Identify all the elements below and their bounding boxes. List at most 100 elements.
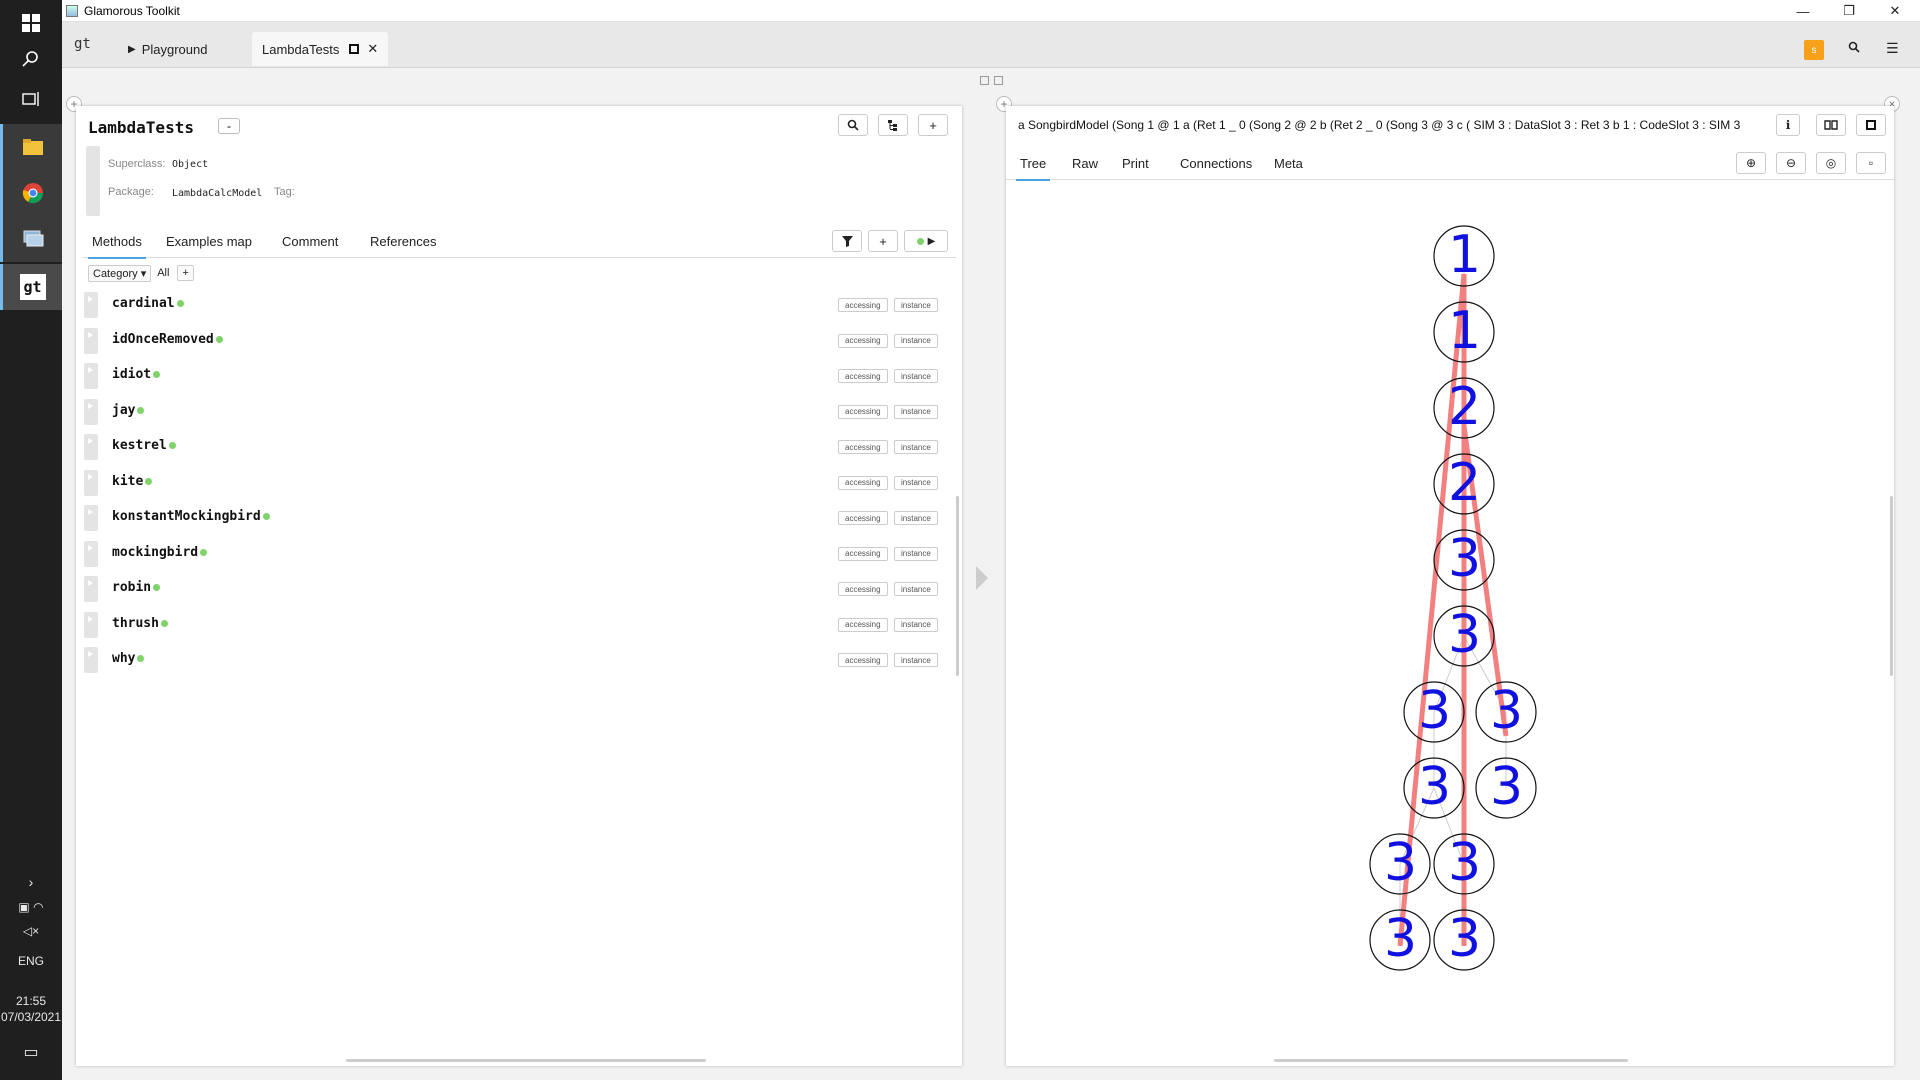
pane-toggle-icon[interactable] bbox=[994, 76, 1003, 85]
expand-method-icon[interactable] bbox=[84, 647, 98, 673]
clock-date[interactable]: 07/03/2021 bbox=[0, 1010, 62, 1024]
definition-gutter[interactable] bbox=[86, 146, 100, 216]
method-row[interactable]: cardinal accessing instance bbox=[84, 292, 950, 318]
method-name[interactable]: robin bbox=[112, 580, 161, 595]
side-tag[interactable]: instance bbox=[894, 404, 938, 419]
chrome-icon[interactable] bbox=[0, 170, 62, 216]
method-name[interactable]: kite bbox=[112, 474, 153, 489]
method-row[interactable]: mockingbird accessing instance bbox=[84, 540, 950, 567]
protocol-tag[interactable]: accessing bbox=[838, 653, 888, 667]
method-name[interactable]: jay bbox=[112, 403, 145, 418]
pane-toggle-icon[interactable] bbox=[980, 76, 989, 85]
protocol-tag[interactable]: accessing bbox=[838, 298, 888, 312]
zoom-reset-icon[interactable]: ▫ bbox=[1856, 152, 1886, 174]
method-row[interactable]: thrush accessing instance bbox=[84, 611, 950, 638]
method-name[interactable]: konstantMockingbird bbox=[112, 509, 270, 524]
book-icon[interactable] bbox=[1816, 114, 1846, 136]
tab-lambdatests[interactable]: LambdaTests ✕ bbox=[252, 32, 389, 66]
volume-icon[interactable]: ◁× bbox=[0, 924, 62, 938]
method-row[interactable]: konstantMockingbird accessing instance bbox=[84, 505, 950, 531]
horizontal-scrollbar[interactable] bbox=[1274, 1059, 1628, 1062]
protocol-tag[interactable]: accessing bbox=[838, 546, 888, 561]
close-window-icon[interactable]: ✕ bbox=[1872, 0, 1918, 22]
method-name[interactable]: cardinal bbox=[112, 296, 184, 311]
tab-examples-map[interactable]: Examples map bbox=[162, 234, 256, 257]
collapse-button[interactable]: - bbox=[218, 118, 240, 134]
expand-method-icon[interactable] bbox=[84, 505, 98, 531]
protocol-tag[interactable]: accessing bbox=[838, 440, 888, 454]
expand-pane-arrow-icon[interactable] bbox=[976, 566, 988, 590]
method-row[interactable]: kestrel accessing instance bbox=[84, 434, 950, 460]
zoom-in-icon[interactable]: ⊕ bbox=[1736, 152, 1766, 174]
notification-icon[interactable]: ▭ bbox=[0, 1042, 62, 1062]
tab-connections[interactable]: Connections bbox=[1176, 156, 1256, 179]
hamburger-menu-icon[interactable]: ☰ bbox=[1886, 40, 1899, 57]
side-tag[interactable]: instance bbox=[894, 333, 938, 348]
clock-time[interactable]: 21:55 bbox=[0, 994, 62, 1008]
chevron-up-icon[interactable]: › bbox=[0, 874, 62, 890]
task-view-icon[interactable] bbox=[0, 76, 62, 122]
side-tag[interactable]: instance bbox=[894, 440, 938, 454]
method-row[interactable]: why accessing instance bbox=[84, 647, 950, 673]
expand-method-icon[interactable] bbox=[84, 611, 98, 638]
protocol-tag[interactable]: accessing bbox=[838, 404, 888, 419]
tab-references[interactable]: References bbox=[366, 234, 440, 257]
protocol-tag[interactable]: accessing bbox=[838, 511, 888, 525]
info-button[interactable]: ℹ bbox=[1776, 114, 1800, 136]
add-filter-button[interactable]: + bbox=[177, 265, 194, 281]
protocol-tag[interactable]: accessing bbox=[838, 333, 888, 348]
close-tab-icon[interactable]: ✕ bbox=[367, 41, 378, 57]
language-indicator[interactable]: ENG bbox=[0, 954, 62, 968]
file-explorer-icon[interactable] bbox=[0, 124, 62, 170]
search-icon[interactable] bbox=[1848, 40, 1860, 56]
zoom-out-icon[interactable]: ⊖ bbox=[1776, 152, 1806, 174]
tab-raw[interactable]: Raw bbox=[1068, 156, 1102, 179]
package-value[interactable]: LambdaCalcModel bbox=[172, 188, 262, 199]
run-examples-button[interactable]: ▶ bbox=[904, 230, 948, 252]
side-tag[interactable]: instance bbox=[894, 511, 938, 525]
filter-button[interactable] bbox=[832, 230, 862, 252]
method-row[interactable]: kite accessing instance bbox=[84, 469, 950, 496]
network-app-icon[interactable] bbox=[0, 216, 62, 262]
method-row[interactable]: idiot accessing instance bbox=[84, 363, 950, 389]
tab-tree[interactable]: Tree bbox=[1016, 156, 1051, 181]
protocol-tag[interactable]: accessing bbox=[838, 582, 888, 596]
method-name[interactable]: idOnceRemoved bbox=[112, 332, 223, 347]
tab-methods[interactable]: Methods bbox=[88, 234, 146, 259]
side-tag[interactable]: instance bbox=[894, 475, 938, 490]
protocol-tag[interactable]: accessing bbox=[838, 369, 888, 383]
side-tag[interactable]: instance bbox=[894, 546, 938, 561]
add-method-button[interactable]: + bbox=[868, 230, 898, 252]
side-tag[interactable]: instance bbox=[894, 298, 938, 312]
vertical-scrollbar[interactable] bbox=[1890, 496, 1893, 676]
minimize-icon[interactable]: — bbox=[1780, 0, 1826, 22]
add-button[interactable]: + bbox=[918, 114, 948, 136]
gt-logo[interactable]: gt bbox=[74, 36, 91, 52]
category-dropdown[interactable]: Category ▾ bbox=[88, 264, 152, 282]
method-row[interactable]: jay accessing instance bbox=[84, 398, 950, 425]
protocol-tag[interactable]: accessing bbox=[838, 475, 888, 490]
tab-playground[interactable]: ▶ Playground bbox=[118, 32, 217, 66]
tab-meta[interactable]: Meta bbox=[1270, 156, 1307, 179]
spotter-badge[interactable]: s bbox=[1804, 40, 1824, 60]
method-row[interactable]: robin accessing instance bbox=[84, 576, 950, 602]
network-icon[interactable]: ▣ ◠ bbox=[0, 900, 62, 914]
expand-method-icon[interactable] bbox=[84, 540, 98, 567]
side-tag[interactable]: instance bbox=[894, 653, 938, 667]
method-name[interactable]: idiot bbox=[112, 367, 161, 382]
expand-method-icon[interactable] bbox=[84, 398, 98, 425]
expand-method-icon[interactable] bbox=[84, 576, 98, 602]
method-name[interactable]: mockingbird bbox=[112, 545, 208, 560]
protocol-tag[interactable]: accessing bbox=[838, 617, 888, 632]
gt-app-icon[interactable]: gt bbox=[0, 264, 62, 310]
expand-method-icon[interactable] bbox=[84, 469, 98, 496]
search-button[interactable] bbox=[838, 114, 868, 136]
method-name[interactable]: thrush bbox=[112, 616, 168, 631]
maximize-icon[interactable] bbox=[1856, 114, 1886, 136]
restore-icon[interactable]: ❐ bbox=[1826, 0, 1872, 22]
method-row[interactable]: idOnceRemoved accessing instance bbox=[84, 327, 950, 354]
superclass-value[interactable]: Object bbox=[172, 159, 208, 170]
expand-method-icon[interactable] bbox=[84, 292, 98, 318]
method-name[interactable]: kestrel bbox=[112, 438, 176, 453]
tab-comment[interactable]: Comment bbox=[278, 234, 342, 257]
